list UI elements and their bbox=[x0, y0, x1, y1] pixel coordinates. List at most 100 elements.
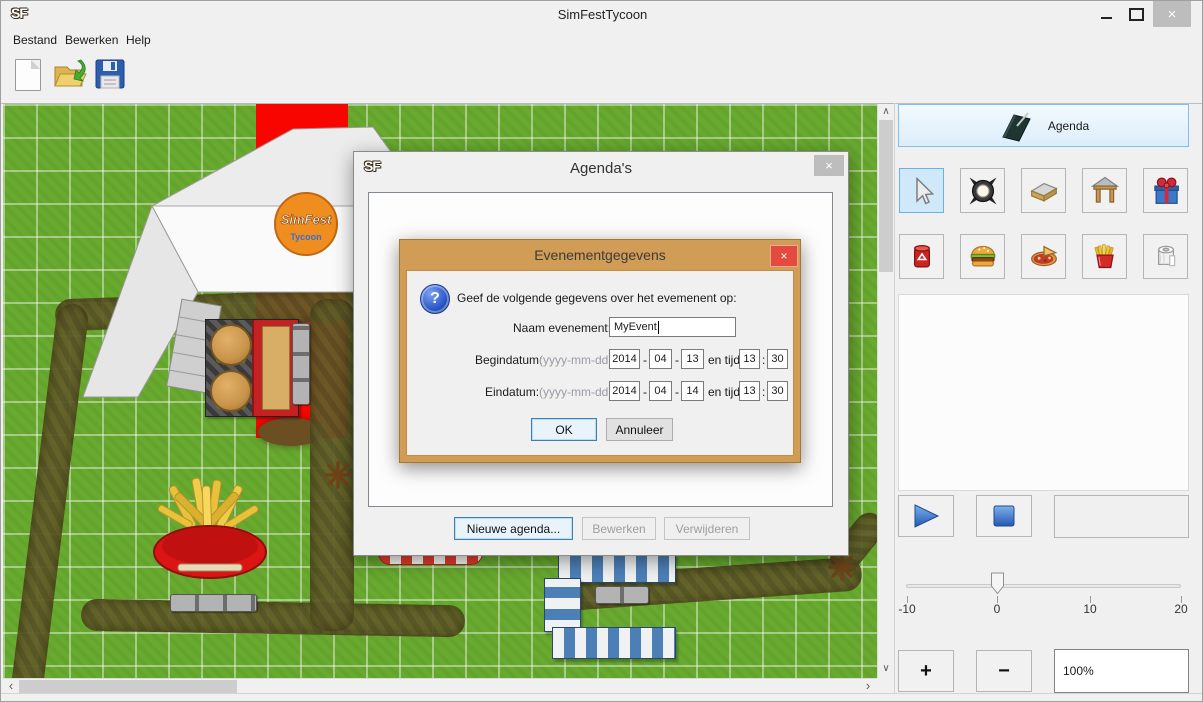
titlebar[interactable]: SF SimFestTycoon × bbox=[1, 1, 1203, 29]
map-hscrollbar[interactable]: ‹ › bbox=[3, 678, 877, 694]
end-minute-field[interactable]: 30 bbox=[767, 381, 788, 401]
date-format-hint: (yyyy-mm-dd) bbox=[539, 353, 612, 367]
open-file-button[interactable] bbox=[51, 57, 89, 96]
date-separator: - bbox=[643, 353, 647, 367]
burger-top bbox=[210, 324, 252, 366]
close-icon: × bbox=[1168, 6, 1177, 23]
end-hour-field[interactable]: 13 bbox=[739, 381, 760, 401]
map-vscrollbar[interactable]: ∧ ∨ bbox=[877, 104, 893, 678]
zoom-level-field[interactable]: 100% bbox=[1054, 649, 1189, 693]
date-separator: - bbox=[675, 385, 679, 399]
event-name-field[interactable]: MyEvent bbox=[609, 317, 736, 337]
tool-fries[interactable] bbox=[1082, 234, 1127, 279]
agendas-dialog-close-button[interactable]: × bbox=[814, 155, 844, 176]
begin-label: Begindatum: bbox=[475, 353, 542, 367]
begin-day-field[interactable]: 13 bbox=[681, 349, 704, 369]
speed-slider-thumb[interactable] bbox=[990, 572, 1005, 595]
grandstand-left[interactable] bbox=[544, 578, 581, 632]
end-year-field[interactable]: 2014 bbox=[609, 381, 640, 401]
status-panel bbox=[1054, 495, 1189, 538]
menu-bar: Bestand Bewerken Help bbox=[1, 29, 1203, 54]
text-caret bbox=[658, 321, 659, 334]
dirt-path-bottom bbox=[81, 599, 466, 638]
end-month-field[interactable]: 04 bbox=[649, 381, 672, 401]
menu-bestand[interactable]: Bestand bbox=[9, 33, 61, 47]
zoom-out-button[interactable]: − bbox=[976, 650, 1032, 692]
hamburger-icon bbox=[967, 241, 999, 273]
agenda-button[interactable]: Agenda bbox=[898, 104, 1189, 147]
time-separator: : bbox=[762, 353, 765, 367]
grandstand-bottom[interactable] bbox=[552, 627, 676, 659]
tool-cursor-select[interactable] bbox=[899, 168, 944, 213]
fries-icon bbox=[1089, 241, 1121, 273]
window-title: SimFestTycoon bbox=[1, 7, 1203, 22]
slider-tick-label: -10 bbox=[898, 602, 915, 616]
play-button[interactable] bbox=[898, 495, 954, 537]
end-day-field[interactable]: 14 bbox=[681, 381, 704, 401]
burger-stand-counter bbox=[262, 326, 290, 410]
hscroll-thumb[interactable] bbox=[19, 680, 237, 694]
scroll-up-icon[interactable]: ∧ bbox=[878, 107, 894, 117]
scroll-down-icon[interactable]: ∨ bbox=[878, 664, 894, 674]
agendas-dialog-title: Agenda's bbox=[354, 160, 848, 177]
new-agenda-button[interactable]: Nieuwe agenda... bbox=[454, 517, 573, 540]
burger-top bbox=[210, 370, 252, 412]
stop-button[interactable] bbox=[976, 495, 1032, 537]
slider-tick-label: 0 bbox=[994, 602, 1001, 616]
event-dialog-title: Evenementgegevens bbox=[400, 247, 800, 263]
begin-hour-field[interactable]: 13 bbox=[739, 349, 760, 369]
stop-icon bbox=[992, 504, 1016, 528]
fries-stand[interactable] bbox=[148, 476, 273, 581]
save-button[interactable] bbox=[95, 59, 125, 92]
tool-pizza[interactable] bbox=[1021, 234, 1066, 279]
close-icon: × bbox=[825, 158, 833, 173]
toilet-paper-icon bbox=[1150, 241, 1182, 273]
new-file-button[interactable] bbox=[15, 59, 41, 91]
zoom-in-button[interactable]: + bbox=[898, 650, 954, 692]
menu-bewerken[interactable]: Bewerken bbox=[61, 33, 122, 47]
begin-minute-field[interactable]: 30 bbox=[767, 349, 788, 369]
sidebar-list-panel bbox=[898, 294, 1189, 491]
event-dialog-close-button[interactable]: × bbox=[770, 245, 798, 267]
begin-month-field[interactable]: 04 bbox=[649, 349, 672, 369]
question-glyph: ? bbox=[430, 290, 440, 308]
close-button[interactable]: × bbox=[1153, 1, 1191, 27]
event-prompt: Geef de volgende gegevens over het eveme… bbox=[457, 291, 737, 305]
save-floppy-icon bbox=[95, 59, 125, 89]
open-folder-icon bbox=[51, 57, 89, 93]
ok-button[interactable]: OK bbox=[531, 418, 597, 441]
vscroll-thumb[interactable] bbox=[879, 120, 893, 272]
tool-trash-can[interactable] bbox=[899, 234, 944, 279]
time-separator: : bbox=[762, 385, 765, 399]
begin-year-field[interactable]: 2014 bbox=[609, 349, 640, 369]
name-label: Naam evenement: bbox=[513, 321, 611, 335]
stage-gate-icon bbox=[1089, 175, 1121, 207]
tool-gift[interactable] bbox=[1143, 168, 1188, 213]
bench[interactable] bbox=[170, 594, 257, 612]
tool-stage-gate[interactable] bbox=[1082, 168, 1127, 213]
end-label: Eindatum: bbox=[485, 385, 539, 399]
burger-stand[interactable] bbox=[205, 319, 299, 417]
cancel-button[interactable]: Annuleer bbox=[606, 418, 673, 441]
edit-agenda-button[interactable]: Bewerken bbox=[582, 517, 656, 540]
event-dialog-titlebar[interactable]: Evenementgegevens × bbox=[400, 240, 800, 270]
scroll-right-icon[interactable]: › bbox=[860, 681, 876, 691]
tool-toilet-paper[interactable] bbox=[1143, 234, 1188, 279]
speed-slider-track[interactable] bbox=[906, 584, 1181, 588]
agenda-book-icon bbox=[998, 110, 1034, 142]
tool-road[interactable] bbox=[1021, 168, 1066, 213]
bench[interactable] bbox=[595, 586, 649, 604]
tool-spotlight[interactable] bbox=[960, 168, 1005, 213]
agendas-dialog-titlebar[interactable]: SF Agenda's × bbox=[354, 152, 848, 184]
menu-help[interactable]: Help bbox=[122, 33, 155, 47]
minimize-button[interactable] bbox=[1093, 1, 1119, 27]
spotlight-icon bbox=[967, 175, 999, 207]
cursor-select-icon bbox=[907, 176, 937, 206]
bench[interactable] bbox=[292, 323, 310, 405]
tool-hamburger[interactable] bbox=[960, 234, 1005, 279]
sidebar-divider bbox=[894, 103, 895, 693]
maximize-button[interactable] bbox=[1123, 1, 1149, 27]
delete-agenda-button[interactable]: Verwijderen bbox=[664, 517, 750, 540]
scroll-left-icon[interactable]: ‹ bbox=[3, 681, 19, 691]
question-icon: ? bbox=[420, 284, 450, 314]
